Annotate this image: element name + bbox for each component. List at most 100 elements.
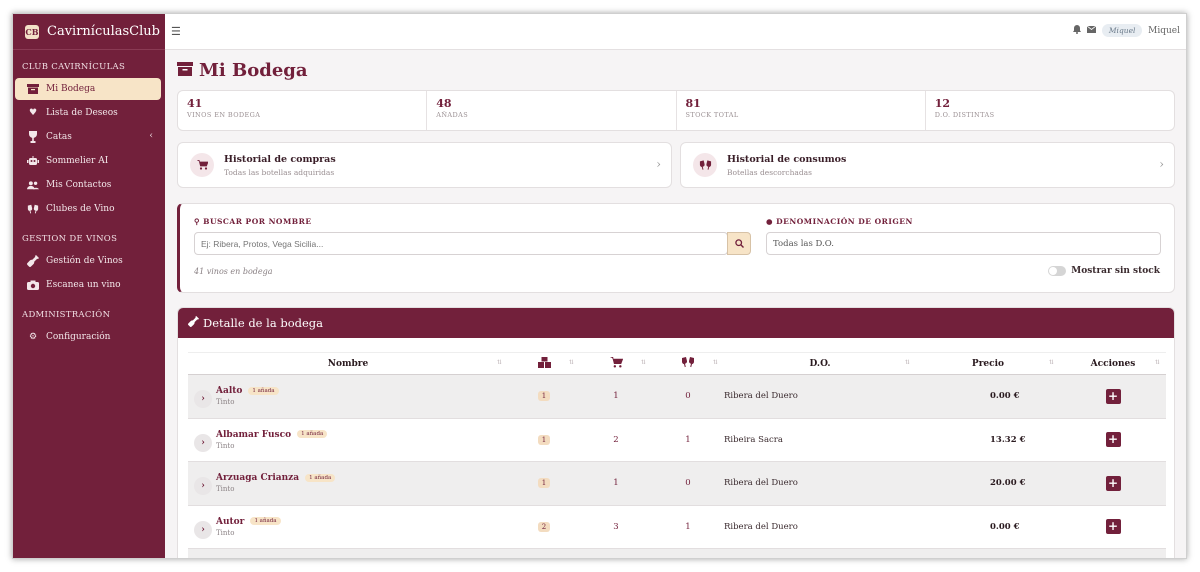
brand[interactable]: CB CavirnículasClub [13,14,165,50]
avatar[interactable]: Miquel [1102,24,1143,37]
vintage-count: 1 [537,478,551,489]
wine-name[interactable]: Autor [216,517,244,527]
toggle-switch[interactable] [1048,266,1067,276]
col-anadas[interactable]: ⇅ [508,352,580,375]
sidebar-item-contactos[interactable]: Mis Contactos [15,174,161,196]
col-acciones[interactable]: Acciones ⇅ [1060,352,1166,375]
user-name[interactable]: Miquel [1148,26,1180,36]
purchased-count: 1 [580,374,652,419]
sidebar-item-lista-deseos[interactable]: ♥ Lista de Deseos [15,102,161,124]
wine-name[interactable]: Arzuaga Crianza [216,473,299,483]
wine-name[interactable]: Aalto [216,386,242,396]
do-select[interactable]: Todas las D.O. [766,232,1161,255]
search-name-label: ⚲ BUSCAR POR NOMBRE [194,217,312,226]
wine-glass-icon [27,131,39,143]
card-title: Historial de consumos [727,153,847,165]
expand-row-icon[interactable]: › [194,520,212,539]
stat-value: 12 [934,97,951,110]
shopping-cart-icon [609,356,623,371]
sidebar-item-configuracion[interactable]: ⚙ Configuración [15,326,161,348]
historial-consumos-card[interactable]: Historial de consumos Botellas descorcha… [680,142,1175,188]
expand-row-icon[interactable]: › [194,477,212,496]
wine-table: Nombre ⇅ ⇅ ⇅ ⇅ D.O. ⇅ Precio ⇅ Acciones ⇅ › A… [188,352,1166,558]
col-consumido[interactable]: ⇅ [652,352,724,375]
add-stock-button[interactable]: + [1105,432,1121,448]
sort-icon: ⇅ [640,359,646,366]
expand-row-icon[interactable]: › [194,390,212,409]
card-subtitle: Botellas descorchadas [727,167,812,177]
sidebar-item-label: Mis Contactos [46,180,112,190]
wine-type: Tinto [216,398,235,407]
price-cell: 0.00 € [916,374,1060,419]
do-filter-label-text: DENOMINACIÓN DE ORIGEN [776,217,913,226]
vintage-badge: 1 añada [248,386,279,395]
col-do[interactable]: D.O. ⇅ [724,352,916,375]
table-row[interactable]: › Arzuaga Crianza 1 añada Tinto 1 1 0 Riber… [188,461,1166,506]
show-no-stock-toggle[interactable]: Mostrar sin stock [1048,266,1160,276]
sort-icon: ⇅ [1154,359,1160,366]
wine-bottle-icon [188,316,199,330]
sidebar-item-mi-bodega[interactable]: Mi Bodega [15,78,161,100]
table-header-row: Nombre ⇅ ⇅ ⇅ ⇅ D.O. ⇅ Precio ⇅ Acciones ⇅ [188,352,1166,375]
do-cell: Ribeira Sacra [724,418,916,462]
card-title: Historial de compras [224,153,336,165]
do-cell: Ribera del Duero [724,374,916,419]
sidebar-item-label: Configuración [46,332,111,342]
historial-compras-card[interactable]: Historial de compras Todas las botellas … [177,142,672,188]
chevron-left-icon[interactable]: ‹ [149,131,153,141]
search-icon [734,236,744,251]
sort-icon: ⇅ [568,359,574,366]
stat-vinos: 41 VINOS EN BODEGA [178,91,428,130]
search-input[interactable] [194,232,728,255]
sort-icon: ⇅ [904,359,910,366]
envelope-icon[interactable] [1086,25,1097,36]
heart-icon: ♥ [28,108,38,118]
table-row[interactable]: › Autor 1 añada Tinto 2 3 1 Ribera del Duer… [188,505,1166,549]
bell-icon[interactable] [1073,24,1082,37]
add-stock-button[interactable]: + [1105,475,1121,491]
detail-header: Detalle de la bodega [178,308,1174,338]
user-area: Miquel Miquel [1067,24,1180,37]
sidebar: CB CavirnículasClub CLUB CAVIRNÍCULAS Mi… [13,14,165,558]
menu-toggle-icon[interactable]: ☰ [171,25,181,38]
glasses-cheers-icon [27,203,39,215]
app-title: CavirnículasClub [47,24,160,39]
col-nombre[interactable]: Nombre ⇅ [188,352,508,375]
table-row[interactable]: › Albamar Fusco 1 añada Tinto 1 2 1 Ribeira… [188,418,1166,462]
logo-icon: CB [25,24,39,39]
table-row[interactable] [188,548,1166,558]
sidebar-item-label: Sommelier AI [46,156,109,166]
sidebar-item-escanea[interactable]: Escanea un vino [15,274,161,296]
users-icon [27,179,39,191]
vintage-count: 1 [537,434,551,445]
col-precio[interactable]: Precio ⇅ [916,352,1060,375]
add-stock-button[interactable]: + [1105,388,1121,404]
sidebar-item-gestion-vinos[interactable]: Gestión de Vinos [15,250,161,272]
purchased-count: 1 [580,461,652,506]
map-marker-icon: ● [766,217,774,226]
chevron-right-icon: › [656,157,661,171]
table-row[interactable]: › Aalto 1 añada Tinto 1 1 0 Ribera del Duer… [188,374,1166,419]
col-comprado[interactable]: ⇅ [580,352,652,375]
sidebar-item-label: Catas [46,132,72,142]
expand-row-icon[interactable]: › [194,433,212,452]
card-subtitle: Todas las botellas adquiridas [224,167,335,177]
sidebar-item-label: Mi Bodega [46,84,96,94]
stat-value: 48 [436,97,452,110]
glasses-cheers-icon [681,356,695,371]
purchased-count: 2 [580,418,652,462]
add-stock-button[interactable]: + [1105,519,1121,535]
boxes-icon [537,356,551,371]
toggle-label: Mostrar sin stock [1071,266,1160,276]
stat-label: AÑADAS [436,111,469,119]
price-cell: 20.00 € [916,461,1060,506]
gear-icon: ⚙ [28,332,38,342]
sidebar-item-clubes[interactable]: Clubes de Vino [15,198,161,220]
sidebar-item-sommelier[interactable]: Sommelier AI [15,150,161,172]
purchased-count: 3 [580,505,652,549]
sidebar-item-label: Gestión de Vinos [46,256,123,266]
wine-name[interactable]: Albamar Fusco [216,430,291,440]
sidebar-item-catas[interactable]: Catas ‹ [15,126,161,148]
wine-type: Tinto [216,528,235,537]
search-button[interactable] [727,232,751,255]
